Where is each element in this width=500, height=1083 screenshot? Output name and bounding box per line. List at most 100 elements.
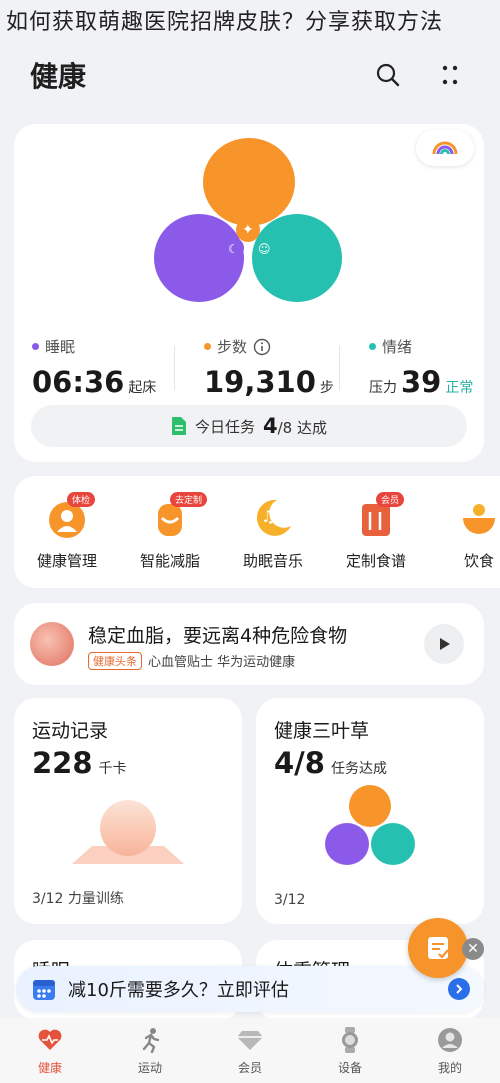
svg-text:☺: ☺ <box>258 242 271 256</box>
more-dots-icon <box>442 65 458 85</box>
watch-icon <box>342 1027 358 1053</box>
page-title: 健康 <box>30 60 87 93</box>
rainbow-button[interactable] <box>416 130 474 166</box>
close-icon: ✕ <box>467 941 479 957</box>
exercise-illustration <box>72 800 184 864</box>
play-button[interactable] <box>424 624 464 664</box>
service-diet[interactable]: 饮食 <box>429 496 500 571</box>
floating-checklist-button[interactable] <box>408 918 468 978</box>
more-button[interactable] <box>430 55 470 95</box>
assessment-banner[interactable]: 减10斤需要多久？立即评估 <box>16 966 484 1012</box>
clover-mini-unit: 任务达成 <box>330 761 387 777</box>
banner-go-button[interactable] <box>448 978 470 1000</box>
nav-member-label: 会员 <box>237 1061 262 1075</box>
search-button[interactable] <box>368 55 408 95</box>
task-total: /8 达成 <box>277 419 327 437</box>
article-source: 心血管贴士 华为运动健康 <box>148 655 296 670</box>
service-badge: 去定制 <box>170 492 208 507</box>
exercise-unit: 千卡 <box>98 761 127 777</box>
metric-steps[interactable]: 步数 19,310 步 <box>204 336 334 399</box>
clover-mini-value: 4/8 <box>274 746 325 780</box>
nav-device-label: 设备 <box>337 1061 362 1075</box>
task-doc-icon <box>171 417 186 435</box>
banner-text: 减10斤需要多久？立即评估 <box>68 980 289 1001</box>
close-float-button[interactable]: ✕ <box>462 938 484 960</box>
diet-icon <box>463 504 495 534</box>
calendar-icon <box>33 980 55 1000</box>
watermark-caption: 如何获取萌趣医院招牌皮肤？分享获取方法 <box>6 10 444 35</box>
clover-mini-graphic <box>325 785 415 865</box>
nav-me-label: 我的 <box>437 1061 462 1075</box>
metric-steps-unit: 步 <box>319 380 334 396</box>
service-label: 定制食谱 <box>345 552 406 570</box>
metric-mood[interactable]: 情绪 压力 39 正常 <box>369 336 473 399</box>
checklist-icon <box>428 937 449 959</box>
article-meta: 健康头条 心血管贴士 华为运动健康 <box>88 651 295 670</box>
rainbow-icon <box>432 141 458 155</box>
nav-health[interactable]: 健康 <box>0 1018 100 1083</box>
health-clover-card[interactable]: ✦ ☾ ☺ 睡眠 06:36 起床 步数 19,310 步 情绪 压力 39 正常 今日… <box>14 124 484 462</box>
sleep-dot <box>32 343 39 350</box>
daily-task-bar[interactable]: 今日任务 4/8 达成 <box>31 405 467 447</box>
article-title: 稳定血脂，要远离4种危险食物 <box>88 625 348 647</box>
clover-mini-title: 健康三叶草 <box>274 720 370 742</box>
clover-activity-leaf <box>203 138 295 226</box>
service-row: 体检 健康管理 去定制 智能减脂 ♫ 助眠音乐 会员 定制食谱 饮食 <box>14 476 500 588</box>
metric-sleep-value: 06:36 <box>32 365 125 399</box>
running-icon <box>142 1028 160 1053</box>
health-clover-mini-card[interactable]: 健康三叶草 4/8 任务达成 3/12 <box>256 698 484 924</box>
article-thumbnail <box>30 622 74 666</box>
steps-dot <box>204 343 211 350</box>
svg-text:✦: ✦ <box>242 222 254 238</box>
sleep-music-icon: ♫ <box>256 499 291 536</box>
task-done: 4 <box>263 414 278 438</box>
service-custom-recipe[interactable]: 会员 定制食谱 <box>326 492 426 571</box>
service-smart-fat-loss[interactable]: 去定制 智能减脂 <box>120 492 220 571</box>
metric-mood-prefix: 压力 <box>369 380 397 396</box>
service-badge: 会员 <box>376 492 405 507</box>
nav-me[interactable]: 我的 <box>400 1018 500 1083</box>
metric-mood-label: 情绪 <box>382 338 413 356</box>
nav-member[interactable]: 会员 <box>200 1018 300 1083</box>
info-icon[interactable] <box>253 338 271 356</box>
nav-exercise[interactable]: 运动 <box>100 1018 200 1083</box>
exercise-title: 运动记录 <box>32 720 109 742</box>
play-icon <box>440 638 450 650</box>
nav-health-label: 健康 <box>37 1061 62 1075</box>
metric-sleep-unit: 起床 <box>128 380 157 396</box>
clover-sleep-leaf <box>154 214 244 302</box>
exercise-value: 228 <box>32 746 93 780</box>
service-label: 智能减脂 <box>139 552 200 570</box>
exercise-record-card[interactable]: 运动记录 228 千卡 3/12 力量训练 <box>14 698 242 924</box>
divider <box>174 346 175 390</box>
metric-steps-label: 步数 <box>217 338 248 356</box>
avatar-icon <box>438 1028 462 1052</box>
nav-device[interactable]: 设备 <box>300 1018 400 1083</box>
svg-text:♫: ♫ <box>261 507 275 526</box>
service-badge: 体检 <box>67 492 96 507</box>
service-label: 健康管理 <box>36 552 97 570</box>
app-header: 健康 <box>0 50 500 100</box>
service-label: 助眠音乐 <box>242 552 303 570</box>
metric-sleep-label: 睡眠 <box>45 338 76 356</box>
diamond-icon <box>237 1031 263 1050</box>
service-health-management[interactable]: 体检 健康管理 <box>17 492 117 571</box>
search-icon <box>376 63 400 87</box>
clover-mood-leaf <box>252 214 342 302</box>
exercise-footer: 3/12 力量训练 <box>32 891 124 907</box>
clover-graphic: ✦ ☾ ☺ <box>154 138 342 302</box>
mood-dot <box>369 343 376 350</box>
clover-mini-footer: 3/12 <box>274 892 306 908</box>
service-label: 饮食 <box>463 552 494 570</box>
nav-exercise-label: 运动 <box>137 1061 162 1075</box>
heart-icon <box>38 1029 62 1050</box>
metric-mood-value: 39 <box>401 365 442 399</box>
service-sleep-music[interactable]: ♫ 助眠音乐 <box>223 496 323 571</box>
metric-sleep[interactable]: 睡眠 06:36 起床 <box>32 336 156 399</box>
article-tag: 健康头条 <box>88 651 142 670</box>
bottom-nav: 健康 运动 会员 设备 我的 <box>0 1018 500 1083</box>
svg-text:☾: ☾ <box>228 242 239 256</box>
article-card[interactable]: 稳定血脂，要远离4种危险食物 健康头条 心血管贴士 华为运动健康 <box>14 603 484 685</box>
chevron-right-icon <box>456 984 463 994</box>
divider <box>339 346 340 390</box>
